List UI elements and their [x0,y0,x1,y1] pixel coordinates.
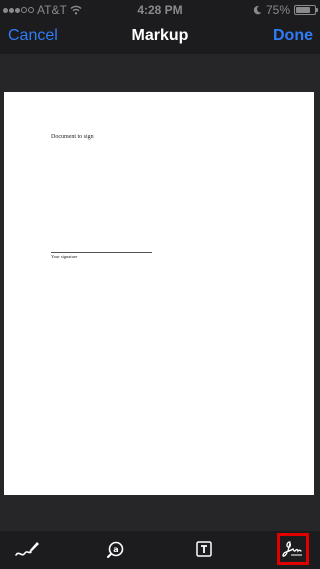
status-bar: AT&T 4:28 PM 75% [0,0,320,20]
document-heading: Document to sign [51,134,94,140]
svg-text:a: a [113,545,118,554]
battery-percent: 75% [265,3,290,17]
battery-fill [296,7,310,13]
document-canvas[interactable]: Document to sign Your signature [0,54,320,531]
text-box-icon [196,541,212,557]
markup-toolbar: a [0,531,320,569]
document-page[interactable]: Document to sign Your signature [4,92,314,495]
draw-button[interactable] [12,534,42,564]
status-right: 75% [253,3,318,17]
signature-label: Your signature [51,254,78,259]
text-button[interactable] [189,534,219,564]
signature-button[interactable] [277,533,309,565]
signature-icon [282,541,302,557]
page-title: Markup [131,27,189,44]
magnifier-icon: a [107,541,124,558]
magnifier-button[interactable]: a [101,534,131,564]
nav-bar: Cancel Markup Done [0,20,320,54]
battery-tip [316,8,318,12]
battery-icon [294,5,318,15]
moon-icon [253,5,262,15]
markup-screen: AT&T 4:28 PM 75% Cancel Markup Done Docu… [0,0,320,569]
pen-draw-icon [15,542,39,556]
signature-line [51,252,152,253]
done-button[interactable]: Done [273,27,313,45]
